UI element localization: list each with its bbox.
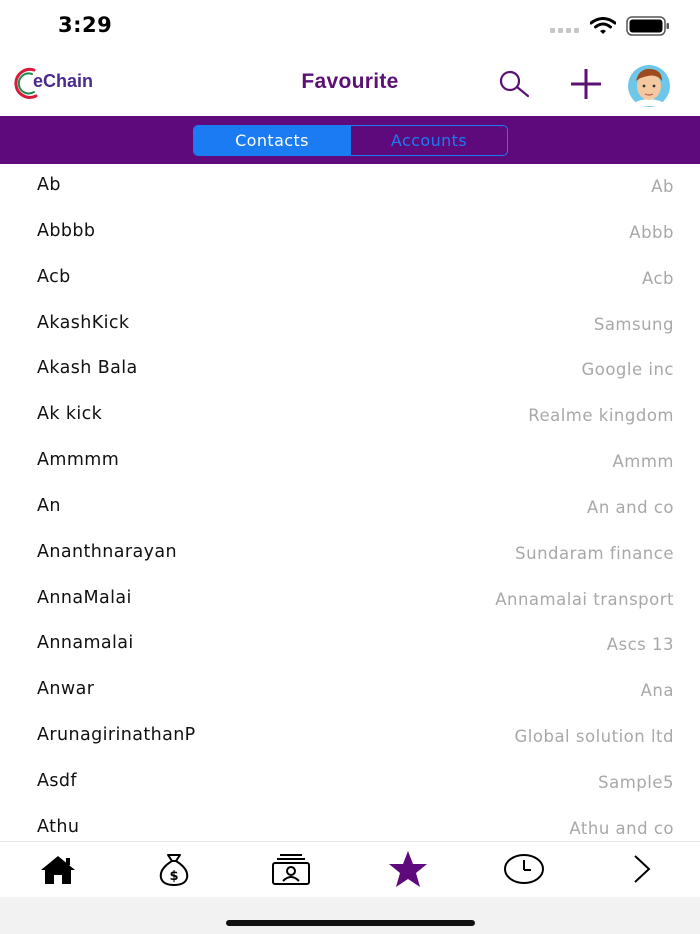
search-button[interactable]: [492, 64, 532, 104]
list-item[interactable]: Akash Bala Google inc: [0, 347, 700, 393]
segmented-control: Contacts Accounts: [193, 125, 508, 156]
segment-band: Contacts Accounts: [0, 116, 700, 164]
account-name: Ab: [651, 177, 674, 196]
contact-name: Acb: [37, 266, 71, 287]
tab-more[interactable]: [619, 848, 663, 890]
contact-name: An: [37, 495, 61, 516]
search-icon: [499, 70, 530, 98]
list-item[interactable]: AnnaMalai Annamalai transport: [0, 577, 700, 623]
list-item[interactable]: Annamalai Ascs 13: [0, 622, 700, 668]
account-name: Ascs 13: [606, 635, 674, 655]
svg-text:$: $: [169, 869, 178, 884]
segment-accounts[interactable]: Accounts: [350, 126, 507, 155]
list-item[interactable]: Anwar Ana: [0, 668, 700, 714]
contact-name: Akash Bala: [37, 358, 138, 379]
account-name: Google inc: [581, 360, 674, 380]
account-name: Sample5: [598, 772, 674, 792]
contact-name: Ananthnarayan: [37, 541, 177, 562]
contact-name: Ak kick: [37, 404, 103, 425]
tab-favourite[interactable]: [386, 848, 430, 890]
signal-icon: [550, 28, 579, 33]
money-bag-icon: $: [159, 854, 189, 887]
profile-avatar[interactable]: [615, 64, 683, 108]
list-item[interactable]: Abbbb Abbb: [0, 210, 700, 256]
contact-name: Ammmm: [37, 450, 120, 471]
account-name: Annamalai transport: [495, 589, 674, 609]
list-item[interactable]: Athu Athu and co: [0, 806, 700, 841]
status-bar: 3:29: [0, 0, 700, 52]
home-indicator[interactable]: [226, 920, 475, 926]
list-item[interactable]: Ab Ab: [0, 164, 700, 210]
tab-finance[interactable]: $: [152, 848, 196, 890]
account-name: Acb: [641, 268, 674, 288]
account-name: Sundaram finance: [515, 543, 674, 563]
avatar-icon: [628, 65, 670, 107]
favourite-list[interactable]: Ab Ab Abbbb Abbb Acb Acb AkashKick Samsung Akash…: [0, 164, 700, 841]
account-name: Samsung: [593, 314, 674, 334]
star-icon: [389, 851, 427, 887]
header: eChain Favourite: [0, 52, 700, 116]
list-item[interactable]: Acb Acb: [0, 256, 700, 302]
account-name: Global solution ltd: [514, 727, 674, 747]
list-item[interactable]: Ananthnarayan Sundaram finance: [0, 531, 700, 577]
tab-home[interactable]: [36, 848, 80, 890]
tab-bar: $: [0, 841, 700, 897]
contact-name: Ab: [37, 175, 61, 195]
add-button[interactable]: [566, 64, 606, 104]
list-item[interactable]: Ammmm Ammm: [0, 439, 700, 485]
contact-name: AkashKick: [37, 312, 130, 333]
contact-card-icon: [272, 854, 310, 885]
account-name: Ammm: [612, 452, 674, 472]
contact-name: ArunagirinathanP: [37, 725, 196, 746]
list-item[interactable]: Ak kick Realme kingdom: [0, 393, 700, 439]
account-name: An and co: [587, 497, 674, 517]
contact-name: Abbbb: [37, 220, 96, 241]
list-item[interactable]: ArunagirinathanP Global solution ltd: [0, 714, 700, 760]
account-name: Ana: [640, 681, 674, 701]
account-name: Athu and co: [569, 818, 674, 838]
contact-name: AnnaMalai: [37, 587, 132, 608]
status-indicators: [550, 16, 670, 36]
plus-icon: [571, 69, 601, 99]
clock-icon: [504, 854, 544, 884]
contact-name: Annamalai: [37, 633, 134, 654]
list-item[interactable]: AkashKick Samsung: [0, 302, 700, 348]
contact-name: Anwar: [37, 679, 95, 700]
contact-name: Asdf: [37, 770, 77, 791]
tab-history[interactable]: [502, 848, 546, 890]
list-item[interactable]: An An and co: [0, 485, 700, 531]
home-icon: [41, 856, 75, 884]
chevron-right-icon: [634, 855, 651, 883]
segment-contacts[interactable]: Contacts: [194, 126, 350, 155]
account-name: Abbb: [629, 222, 674, 242]
contact-name: Athu: [37, 816, 80, 837]
list-item[interactable]: Asdf Sample5: [0, 760, 700, 806]
wifi-icon: [590, 17, 616, 34]
account-name: Realme kingdom: [528, 406, 674, 426]
tab-contacts[interactable]: [269, 848, 313, 890]
home-indicator-area: [0, 897, 700, 934]
battery-icon: [626, 16, 669, 36]
status-time: 3:29: [58, 13, 113, 37]
